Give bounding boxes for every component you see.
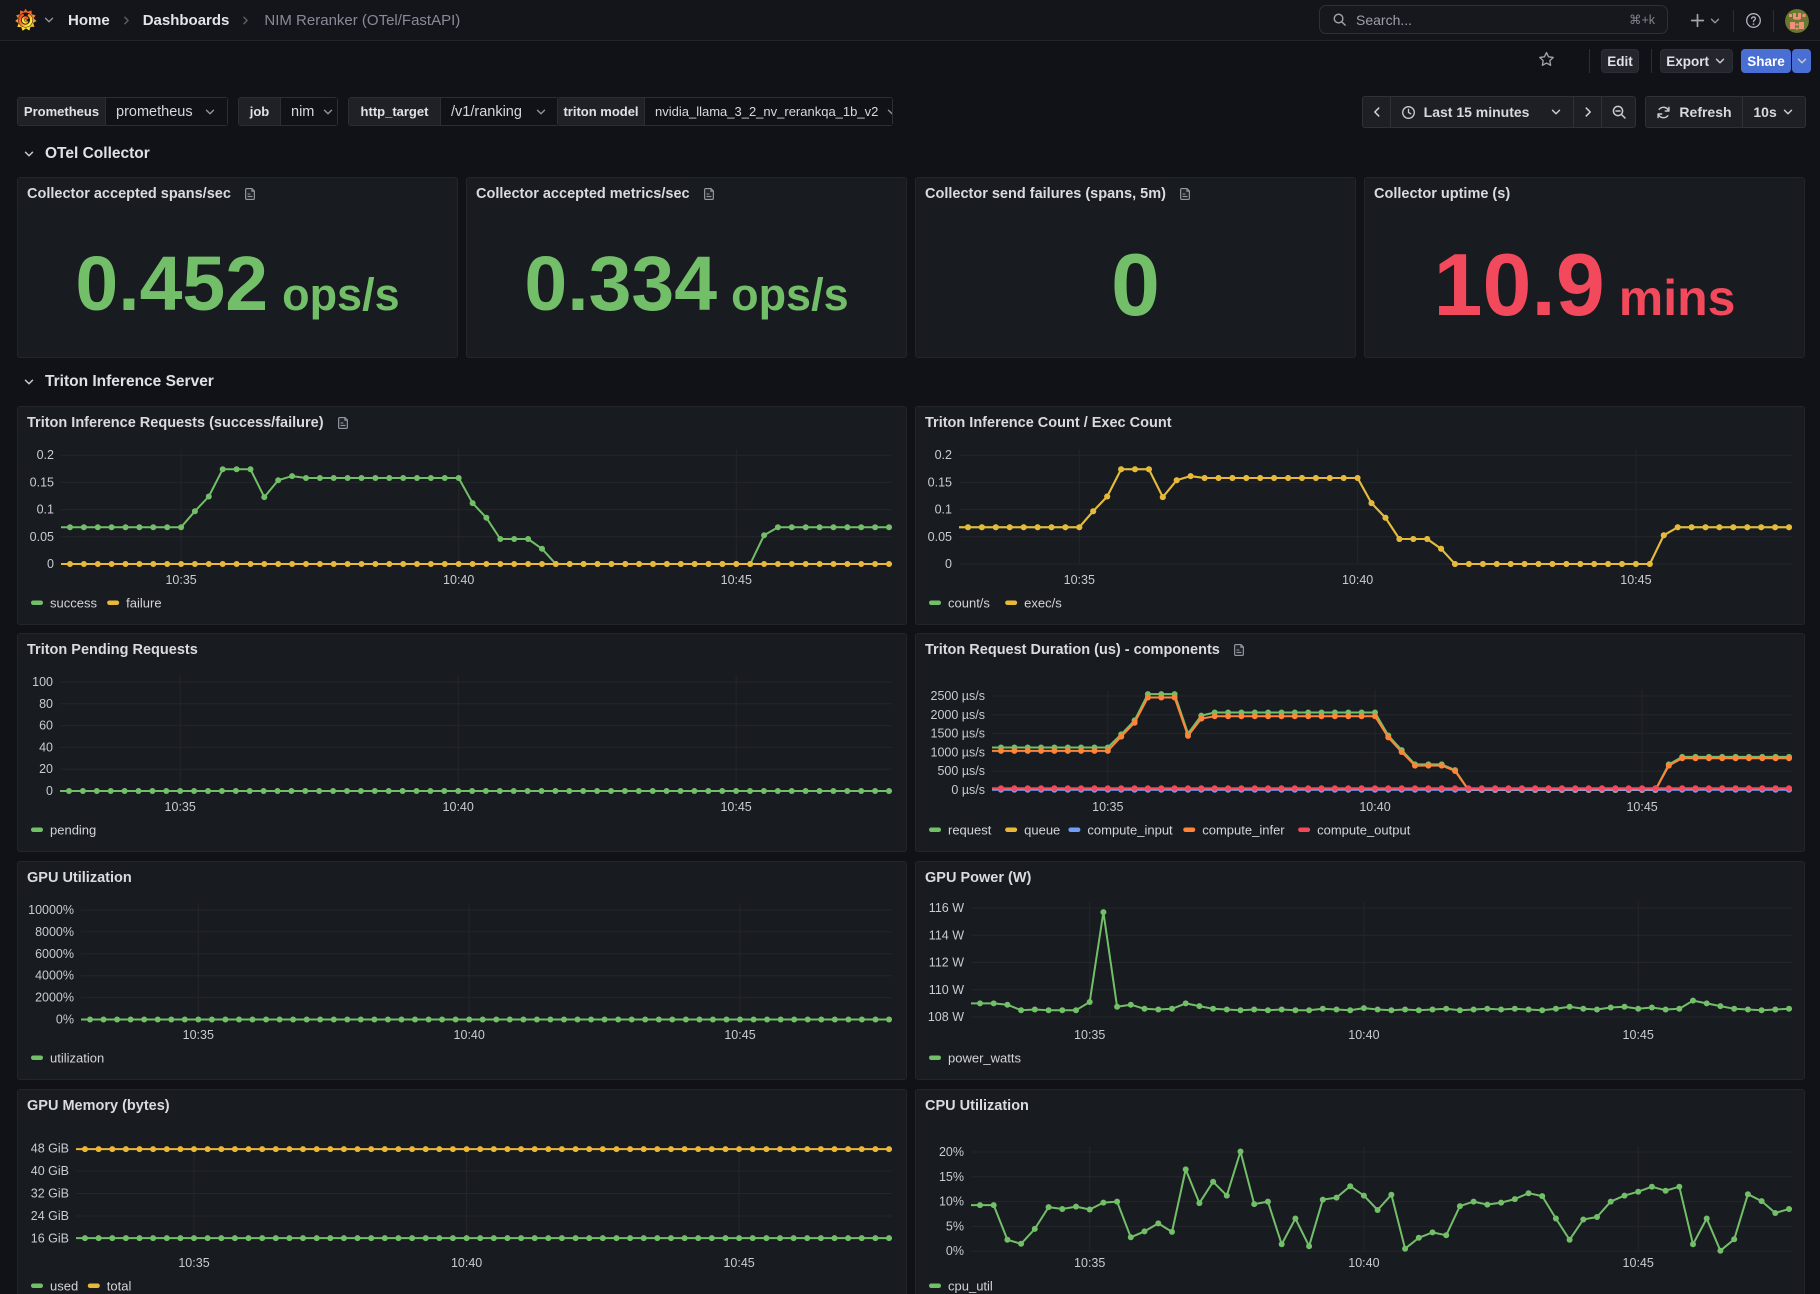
svg-text:10:45: 10:45 — [1620, 573, 1651, 587]
svg-text:10:45: 10:45 — [721, 573, 752, 587]
svg-text:0.1: 0.1 — [37, 503, 54, 517]
svg-text:10:40: 10:40 — [454, 1028, 485, 1042]
svg-text:10:35: 10:35 — [1074, 1256, 1105, 1270]
svg-text:1000 µs/s: 1000 µs/s — [931, 745, 985, 759]
svg-text:114 W: 114 W — [929, 928, 964, 942]
svg-text:0: 0 — [47, 557, 54, 571]
svg-text:15%: 15% — [939, 1170, 964, 1184]
svg-text:request: request — [948, 823, 992, 838]
svg-text:10%: 10% — [939, 1195, 964, 1209]
svg-text:10:40: 10:40 — [443, 800, 474, 814]
svg-text:10:45: 10:45 — [1626, 800, 1657, 814]
svg-text:10:45: 10:45 — [720, 800, 751, 814]
svg-text:0: 0 — [945, 557, 952, 571]
svg-text:pending: pending — [50, 823, 96, 838]
svg-text:compute_output: compute_output — [1317, 823, 1411, 838]
svg-text:utilization: utilization — [50, 1051, 104, 1066]
svg-text:16 GiB: 16 GiB — [31, 1232, 69, 1246]
svg-text:compute_infer: compute_infer — [1202, 823, 1285, 838]
svg-text:2000 µs/s: 2000 µs/s — [931, 708, 985, 722]
svg-text:4000%: 4000% — [35, 969, 74, 983]
svg-text:40: 40 — [39, 740, 53, 754]
svg-text:20%: 20% — [939, 1145, 964, 1159]
svg-text:compute_input: compute_input — [1087, 823, 1173, 838]
svg-text:10:35: 10:35 — [178, 1256, 209, 1270]
svg-text:0.05: 0.05 — [30, 530, 54, 544]
svg-text:24 GiB: 24 GiB — [31, 1209, 69, 1223]
svg-text:10:35: 10:35 — [1064, 573, 1095, 587]
svg-text:success: success — [50, 596, 97, 611]
svg-text:10000%: 10000% — [28, 903, 74, 917]
svg-text:used: used — [50, 1279, 78, 1294]
svg-text:100: 100 — [32, 675, 53, 689]
svg-text:112 W: 112 W — [929, 956, 964, 970]
svg-text:2500 µs/s: 2500 µs/s — [931, 689, 985, 703]
svg-text:10:35: 10:35 — [165, 573, 196, 587]
svg-text:10:45: 10:45 — [1623, 1256, 1654, 1270]
svg-text:40 GiB: 40 GiB — [31, 1164, 69, 1178]
svg-text:0.15: 0.15 — [30, 475, 54, 489]
svg-text:0%: 0% — [946, 1244, 964, 1258]
svg-text:0.2: 0.2 — [37, 448, 54, 462]
svg-text:queue: queue — [1024, 823, 1060, 838]
svg-text:10:40: 10:40 — [1359, 800, 1390, 814]
svg-text:500 µs/s: 500 µs/s — [937, 764, 985, 778]
svg-text:exec/s: exec/s — [1024, 596, 1062, 611]
svg-text:8000%: 8000% — [35, 925, 74, 939]
svg-text:110 W: 110 W — [929, 983, 964, 997]
svg-text:10:45: 10:45 — [724, 1028, 755, 1042]
svg-text:0: 0 — [46, 784, 53, 798]
svg-text:count/s: count/s — [948, 596, 990, 611]
svg-text:32 GiB: 32 GiB — [31, 1187, 69, 1201]
svg-text:total: total — [107, 1279, 132, 1294]
svg-text:10:45: 10:45 — [1623, 1028, 1654, 1042]
svg-text:60: 60 — [39, 719, 53, 733]
svg-text:10:40: 10:40 — [1348, 1256, 1379, 1270]
svg-text:80: 80 — [39, 697, 53, 711]
svg-text:0%: 0% — [56, 1013, 74, 1027]
svg-text:6000%: 6000% — [35, 947, 74, 961]
svg-text:10:35: 10:35 — [183, 1028, 214, 1042]
svg-text:0.15: 0.15 — [928, 475, 952, 489]
svg-text:0 µs/s: 0 µs/s — [951, 783, 985, 797]
svg-text:0.2: 0.2 — [935, 448, 952, 462]
svg-text:cpu_util: cpu_util — [948, 1279, 993, 1294]
svg-text:10:40: 10:40 — [443, 573, 474, 587]
svg-text:10:40: 10:40 — [1342, 573, 1373, 587]
svg-text:0.1: 0.1 — [935, 503, 952, 517]
svg-text:5%: 5% — [946, 1219, 964, 1233]
svg-text:10:35: 10:35 — [1074, 1028, 1105, 1042]
svg-text:10:40: 10:40 — [451, 1256, 482, 1270]
svg-text:10:35: 10:35 — [165, 800, 196, 814]
svg-text:0.05: 0.05 — [928, 530, 952, 544]
svg-text:116 W: 116 W — [929, 901, 964, 915]
svg-text:power_watts: power_watts — [948, 1051, 1021, 1066]
svg-text:10:40: 10:40 — [1348, 1028, 1379, 1042]
svg-text:108 W: 108 W — [928, 1010, 964, 1024]
svg-text:48 GiB: 48 GiB — [31, 1142, 69, 1156]
svg-text:failure: failure — [126, 596, 161, 611]
svg-text:2000%: 2000% — [35, 991, 74, 1005]
svg-text:20: 20 — [39, 762, 53, 776]
svg-text:10:35: 10:35 — [1092, 800, 1123, 814]
svg-text:1500 µs/s: 1500 µs/s — [931, 727, 985, 741]
svg-text:10:45: 10:45 — [723, 1256, 754, 1270]
